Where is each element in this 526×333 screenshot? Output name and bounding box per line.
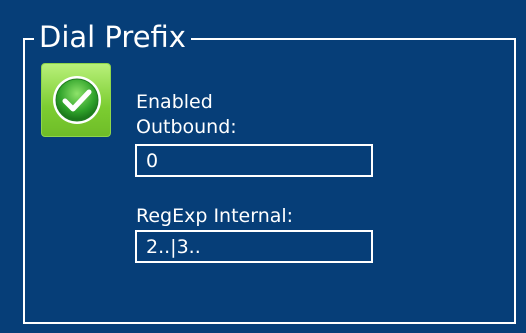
regexp-internal-input[interactable] xyxy=(135,230,373,263)
panel-title: Dial Prefix xyxy=(34,20,191,54)
dial-prefix-panel: Dial Prefix Enabled Outbound: RegExp Int… xyxy=(0,0,526,333)
regexp-internal-label: RegExp Internal: xyxy=(136,205,294,227)
check-circle-icon xyxy=(53,76,101,124)
enabled-label: Enabled xyxy=(136,91,213,113)
outbound-label: Outbound: xyxy=(136,116,237,138)
outbound-input[interactable] xyxy=(135,144,373,177)
enabled-toggle-button[interactable] xyxy=(41,63,111,137)
